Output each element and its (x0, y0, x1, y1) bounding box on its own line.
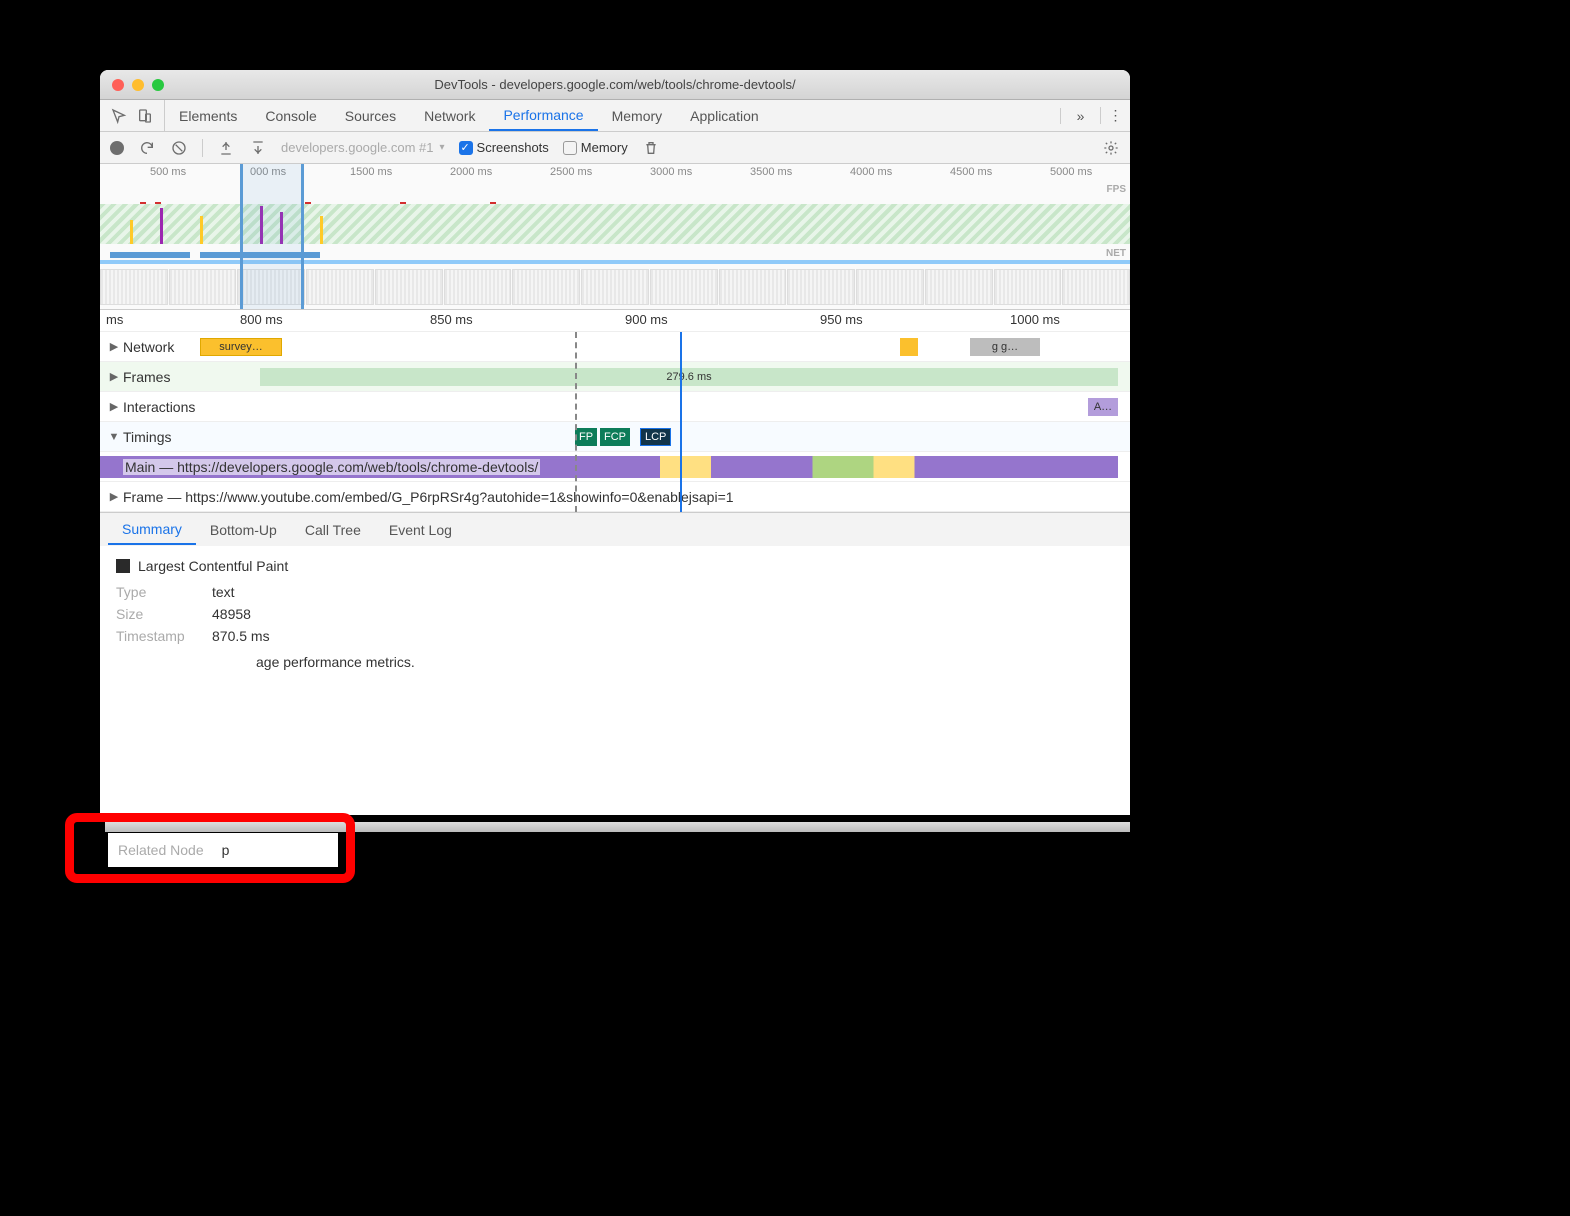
recording-select[interactable]: developers.google.com #1 (281, 140, 445, 155)
network-item[interactable]: g g… (970, 338, 1040, 356)
minimize-icon[interactable] (132, 79, 144, 91)
flame-ruler: ms 800 ms 850 ms 900 ms 950 ms 1000 ms (100, 310, 1130, 332)
lcp-type: text (212, 584, 235, 600)
titlebar: DevTools - developers.google.com/web/too… (100, 70, 1130, 100)
overview-pane[interactable]: 500 ms 000 ms 1500 ms 2000 ms 2500 ms 30… (100, 164, 1130, 310)
panel-tabs: Elements Console Sources Network Perform… (100, 100, 1130, 132)
related-node-link[interactable]: p (222, 842, 230, 858)
tab-event-log[interactable]: Event Log (375, 516, 466, 544)
interaction-entry[interactable]: A… (1088, 398, 1118, 416)
clear-icon[interactable] (170, 139, 188, 157)
overview-selection[interactable] (240, 164, 304, 309)
flame-chart[interactable]: ms 800 ms 850 ms 900 ms 950 ms 1000 ms N… (100, 310, 1130, 512)
tab-console[interactable]: Console (251, 100, 330, 131)
tab-application[interactable]: Application (676, 100, 773, 131)
network-item[interactable] (900, 338, 918, 356)
tab-network[interactable]: Network (410, 100, 489, 131)
capture-settings-gear-icon[interactable] (1102, 139, 1120, 157)
tab-performance[interactable]: Performance (489, 100, 597, 131)
fp-marker-line (575, 332, 577, 512)
lcp-description-tail: age performance metrics. (256, 654, 415, 670)
related-node-row: Related Node p (108, 833, 338, 867)
tab-bottom-up[interactable]: Bottom-Up (196, 516, 291, 544)
trash-icon[interactable] (642, 139, 660, 157)
tabs-overflow-button[interactable]: » (1060, 108, 1100, 124)
checkbox-icon (563, 141, 577, 155)
tab-call-tree[interactable]: Call Tree (291, 516, 375, 544)
window-controls (112, 79, 164, 91)
lcp-marker-line (680, 332, 682, 512)
perf-toolbar: developers.google.com #1 Screenshots Mem… (100, 132, 1130, 164)
tab-summary[interactable]: Summary (108, 515, 196, 545)
lcp-timestamp: 870.5 ms (212, 628, 270, 644)
iframe-track[interactable]: Frame — https://www.youtube.com/embed/G_… (100, 482, 1130, 512)
interactions-track[interactable]: Interactions A… (100, 392, 1130, 422)
network-item[interactable]: survey… (200, 338, 282, 356)
frames-track[interactable]: Frames 279.6 ms (100, 362, 1130, 392)
lcp-swatch (116, 559, 130, 573)
memory-checkbox[interactable]: Memory (563, 140, 628, 155)
frame-entry[interactable]: 279.6 ms (260, 368, 1118, 386)
related-node-label: Related Node (118, 842, 204, 858)
settings-kebab-icon[interactable]: ⋮ (1100, 107, 1130, 124)
lcp-badge[interactable]: LCP (640, 428, 671, 446)
zoom-icon[interactable] (152, 79, 164, 91)
lcp-size: 48958 (212, 606, 251, 622)
tab-sources[interactable]: Sources (331, 100, 410, 131)
load-profile-icon[interactable] (217, 139, 235, 157)
window-title: DevTools - developers.google.com/web/too… (100, 77, 1130, 92)
main-track[interactable]: Main — https://developers.google.com/web… (100, 452, 1130, 482)
network-track[interactable]: Network survey… g g… (100, 332, 1130, 362)
fcp-badge[interactable]: FCP (600, 428, 630, 446)
record-button[interactable] (110, 141, 124, 155)
reload-icon[interactable] (138, 139, 156, 157)
summary-panel: Largest Contentful Paint Typetext Size48… (100, 546, 1130, 688)
fp-badge[interactable]: FP (575, 428, 597, 446)
inspect-element-icon[interactable] (110, 107, 128, 125)
screenshots-checkbox[interactable]: Screenshots (459, 140, 549, 155)
save-profile-icon[interactable] (249, 139, 267, 157)
close-icon[interactable] (112, 79, 124, 91)
tab-memory[interactable]: Memory (598, 100, 677, 131)
summary-title: Largest Contentful Paint (138, 558, 288, 574)
checkbox-checked-icon (459, 141, 473, 155)
tab-elements[interactable]: Elements (165, 100, 251, 131)
timings-track[interactable]: Timings FP FCP LCP (100, 422, 1130, 452)
detail-tabs: Summary Bottom-Up Call Tree Event Log (100, 512, 1130, 546)
devtools-window: DevTools - developers.google.com/web/too… (100, 70, 1130, 815)
device-toggle-icon[interactable] (136, 107, 154, 125)
